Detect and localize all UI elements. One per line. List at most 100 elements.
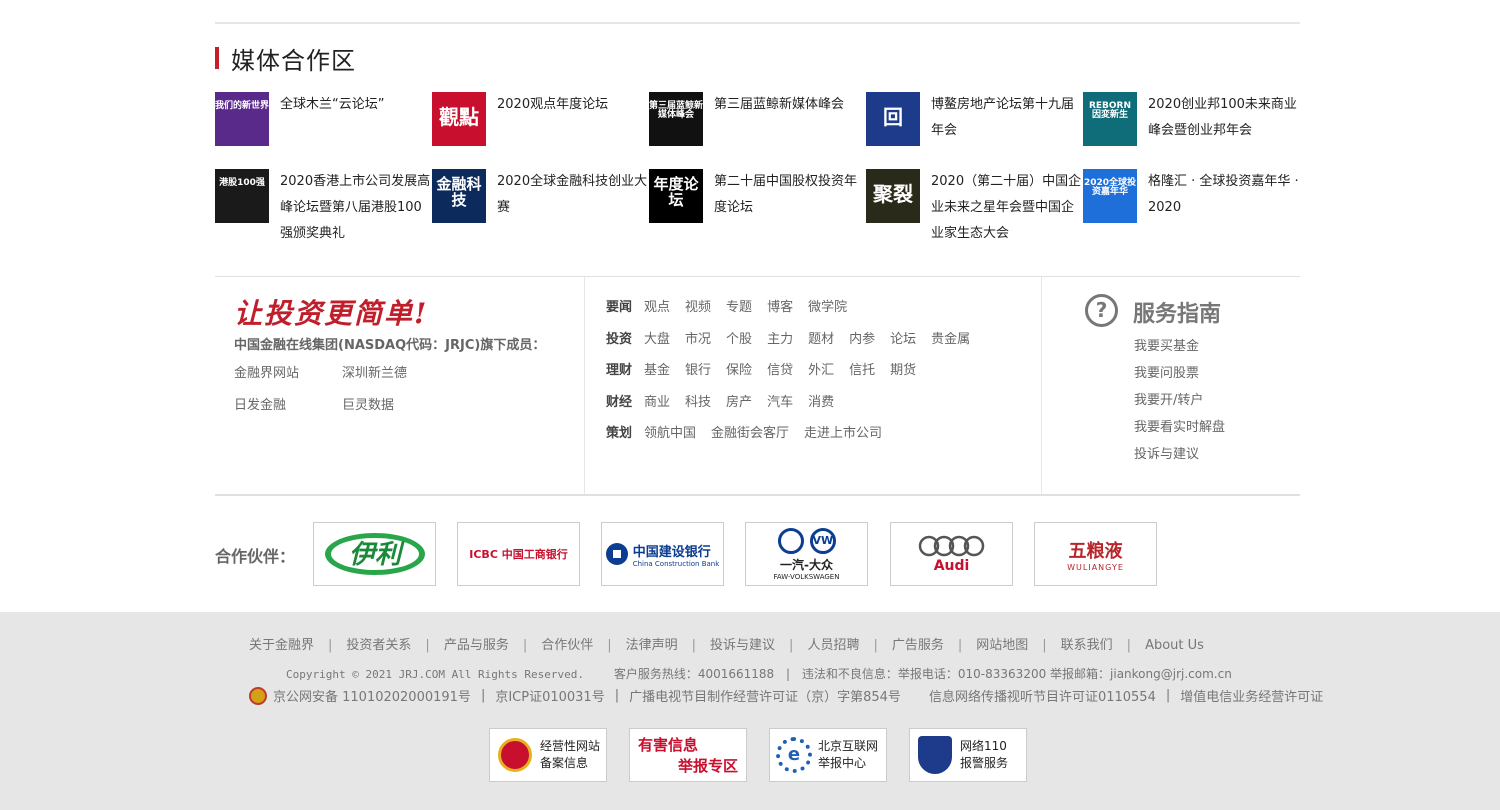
footer-nav-link[interactable]: 网站地图 bbox=[976, 638, 1028, 653]
nav-link[interactable]: 保险 bbox=[726, 363, 752, 378]
partner-logo-yili[interactable]: 伊利 bbox=[313, 522, 436, 586]
media-thumbnail[interactable]: 我们的新世界 bbox=[215, 92, 269, 146]
nav-link[interactable]: 市况 bbox=[685, 332, 711, 347]
nav-link[interactable]: 视频 bbox=[685, 300, 711, 315]
partner-logo-icbc[interactable]: ICBC 中国工商银行 bbox=[457, 522, 580, 586]
footer-nav-link[interactable]: About Us bbox=[1145, 638, 1204, 653]
service-link[interactable]: 我要看实时解盘 bbox=[1134, 418, 1225, 445]
nav-link[interactable]: 个股 bbox=[726, 332, 752, 347]
media-caption[interactable]: 2020全球金融科技创业大赛 bbox=[497, 169, 649, 221]
nav-link[interactable]: 商业 bbox=[644, 395, 670, 410]
license-item[interactable]: 信息网络传播视听节目许可证0110554 bbox=[929, 686, 1156, 705]
nav-link[interactable]: 贵金属 bbox=[931, 332, 970, 347]
nav-link[interactable]: 信贷 bbox=[767, 363, 793, 378]
media-thumbnail[interactable]: 觀點 bbox=[432, 92, 486, 146]
footer-nav-link[interactable]: 人员招聘 bbox=[807, 638, 859, 653]
service-link[interactable]: 我要买基金 bbox=[1134, 337, 1225, 364]
media-item[interactable]: 回 博鳌房地产论坛第十九届年会 bbox=[866, 92, 1083, 168]
media-thumbnail[interactable]: 港股100强 bbox=[215, 169, 269, 223]
media-caption[interactable]: 博鳌房地产论坛第十九届年会 bbox=[931, 92, 1083, 144]
nav-link[interactable]: 房产 bbox=[726, 395, 752, 410]
nav-link[interactable]: 专题 bbox=[726, 300, 752, 315]
nav-category[interactable]: 策划 bbox=[606, 426, 632, 441]
nav-category[interactable]: 财经 bbox=[606, 395, 632, 410]
nav-link[interactable]: 领航中国 bbox=[644, 426, 696, 441]
nav-link[interactable]: 论坛 bbox=[890, 332, 916, 347]
member-link[interactable]: 巨灵数据 bbox=[342, 394, 394, 413]
nav-link[interactable]: 内参 bbox=[849, 332, 875, 347]
nav-link[interactable]: 汽车 bbox=[767, 395, 793, 410]
partner-logo-ccb[interactable]: 中国建设银行 China Construction Bank bbox=[601, 522, 724, 586]
nav-link[interactable]: 科技 bbox=[685, 395, 711, 410]
media-item[interactable]: 聚裂 2020（第二十届）中国企业未来之星年会暨中国企业家生态大会 bbox=[866, 169, 1083, 245]
media-caption[interactable]: 第二十届中国股权投资年度论坛 bbox=[714, 169, 866, 221]
media-item[interactable]: 金融科技 2020全球金融科技创业大赛 bbox=[432, 169, 649, 245]
partner-logo-audi[interactable]: Audi bbox=[890, 522, 1013, 586]
media-thumbnail[interactable]: 回 bbox=[866, 92, 920, 146]
nav-link[interactable]: 期货 bbox=[890, 363, 916, 378]
nav-link[interactable]: 金融街会客厅 bbox=[711, 426, 789, 441]
service-link[interactable]: 我要问股票 bbox=[1134, 364, 1225, 391]
nav-row: 要闻 观点 视频 专题 博客 微学院 bbox=[606, 296, 862, 316]
media-caption[interactable]: 全球木兰“云论坛” bbox=[280, 92, 432, 118]
media-thumbnail[interactable]: 2020全球投资嘉年华 bbox=[1083, 169, 1137, 223]
nav-category[interactable]: 要闻 bbox=[606, 300, 632, 315]
footer-nav-link[interactable]: 投资者关系 bbox=[346, 638, 411, 653]
media-caption[interactable]: 格隆汇 · 全球投资嘉年华 · 2020 bbox=[1148, 169, 1300, 221]
license-item[interactable]: 广播电视节目制作经营许可证（京）字第854号 bbox=[629, 686, 901, 705]
nav-link[interactable]: 微学院 bbox=[808, 300, 847, 315]
member-link[interactable]: 金融界网站 bbox=[234, 362, 299, 381]
footer-nav-link[interactable]: 广告服务 bbox=[892, 638, 944, 653]
media-thumbnail[interactable]: 年度论坛 bbox=[649, 169, 703, 223]
media-caption[interactable]: 2020香港上市公司发展高峰论坛暨第八届港股100强颁奖典礼 bbox=[280, 169, 432, 247]
nav-link[interactable]: 题材 bbox=[808, 332, 834, 347]
footer-nav-link[interactable]: 联系我们 bbox=[1061, 638, 1113, 653]
footer-nav-link[interactable]: 产品与服务 bbox=[444, 638, 509, 653]
badge-net-110[interactable]: 网络110 报警服务 bbox=[909, 728, 1027, 782]
nav-category[interactable]: 理财 bbox=[606, 363, 632, 378]
service-link[interactable]: 我要开/转户 bbox=[1134, 391, 1225, 418]
media-thumbnail[interactable]: 金融科技 bbox=[432, 169, 486, 223]
nav-link[interactable]: 银行 bbox=[685, 363, 711, 378]
media-item[interactable]: 港股100强 2020香港上市公司发展高峰论坛暨第八届港股100强颁奖典礼 bbox=[215, 169, 432, 245]
footer-nav-link[interactable]: 法律声明 bbox=[626, 638, 678, 653]
nav-link[interactable]: 外汇 bbox=[808, 363, 834, 378]
nav-link[interactable]: 走进上市公司 bbox=[804, 426, 882, 441]
nav-link[interactable]: 消费 bbox=[808, 395, 834, 410]
partner-logo-faw-vw[interactable]: VW 一汽-大众 FAW-VOLKSWAGEN bbox=[745, 522, 868, 586]
nav-link[interactable]: 博客 bbox=[767, 300, 793, 315]
member-link[interactable]: 日发金融 bbox=[234, 394, 286, 413]
partner-logo-wuliangye[interactable]: 五粮液 WULIANGYE bbox=[1034, 522, 1157, 586]
footer-nav-link[interactable]: 合作伙伴 bbox=[541, 638, 593, 653]
media-thumbnail[interactable]: 第三届蓝鲸新媒体峰会 bbox=[649, 92, 703, 146]
media-item[interactable]: 第三届蓝鲸新媒体峰会 第三届蓝鲸新媒体峰会 bbox=[649, 92, 866, 168]
nav-category[interactable]: 投资 bbox=[606, 332, 632, 347]
media-item[interactable]: 觀點 2020观点年度论坛 bbox=[432, 92, 649, 168]
media-thumbnail[interactable]: REBORN 因変新生 bbox=[1083, 92, 1137, 146]
footer-nav-link[interactable]: 投诉与建议 bbox=[710, 638, 775, 653]
license-item[interactable]: 京公网安备 11010202000191号 bbox=[273, 686, 471, 705]
media-item[interactable]: 2020全球投资嘉年华 格隆汇 · 全球投资嘉年华 · 2020 bbox=[1083, 169, 1300, 245]
license-item[interactable]: 京ICP证010031号 bbox=[495, 686, 604, 705]
media-caption[interactable]: 2020观点年度论坛 bbox=[497, 92, 649, 118]
license-item[interactable]: 增值电信业务经营许可证 bbox=[1180, 686, 1323, 705]
media-item[interactable]: 我们的新世界 全球木兰“云论坛” bbox=[215, 92, 432, 168]
badge-harmful-info[interactable]: 有害信息 举报专区 bbox=[629, 728, 747, 782]
media-item[interactable]: REBORN 因変新生 2020创业邦100未来商业峰会暨创业邦年会 bbox=[1083, 92, 1300, 168]
nav-row: 策划 领航中国 金融街会客厅 走进上市公司 bbox=[606, 422, 897, 442]
media-caption[interactable]: 2020（第二十届）中国企业未来之星年会暨中国企业家生态大会 bbox=[931, 169, 1083, 247]
media-caption[interactable]: 第三届蓝鲸新媒体峰会 bbox=[714, 92, 866, 118]
media-thumbnail[interactable]: 聚裂 bbox=[866, 169, 920, 223]
badge-beijing-report[interactable]: e 北京互联网 举报中心 bbox=[769, 728, 887, 782]
nav-link[interactable]: 主力 bbox=[767, 332, 793, 347]
service-link[interactable]: 投诉与建议 bbox=[1134, 445, 1225, 472]
nav-link[interactable]: 大盘 bbox=[644, 332, 670, 347]
media-caption[interactable]: 2020创业邦100未来商业峰会暨创业邦年会 bbox=[1148, 92, 1300, 144]
footer-nav-link[interactable]: 关于金融界 bbox=[249, 638, 314, 653]
badge-website-record[interactable]: 经营性网站 备案信息 bbox=[489, 728, 607, 782]
member-link[interactable]: 深圳新兰德 bbox=[342, 362, 407, 381]
media-item[interactable]: 年度论坛 第二十届中国股权投资年度论坛 bbox=[649, 169, 866, 245]
nav-link[interactable]: 基金 bbox=[644, 363, 670, 378]
nav-link[interactable]: 信托 bbox=[849, 363, 875, 378]
nav-link[interactable]: 观点 bbox=[644, 300, 670, 315]
